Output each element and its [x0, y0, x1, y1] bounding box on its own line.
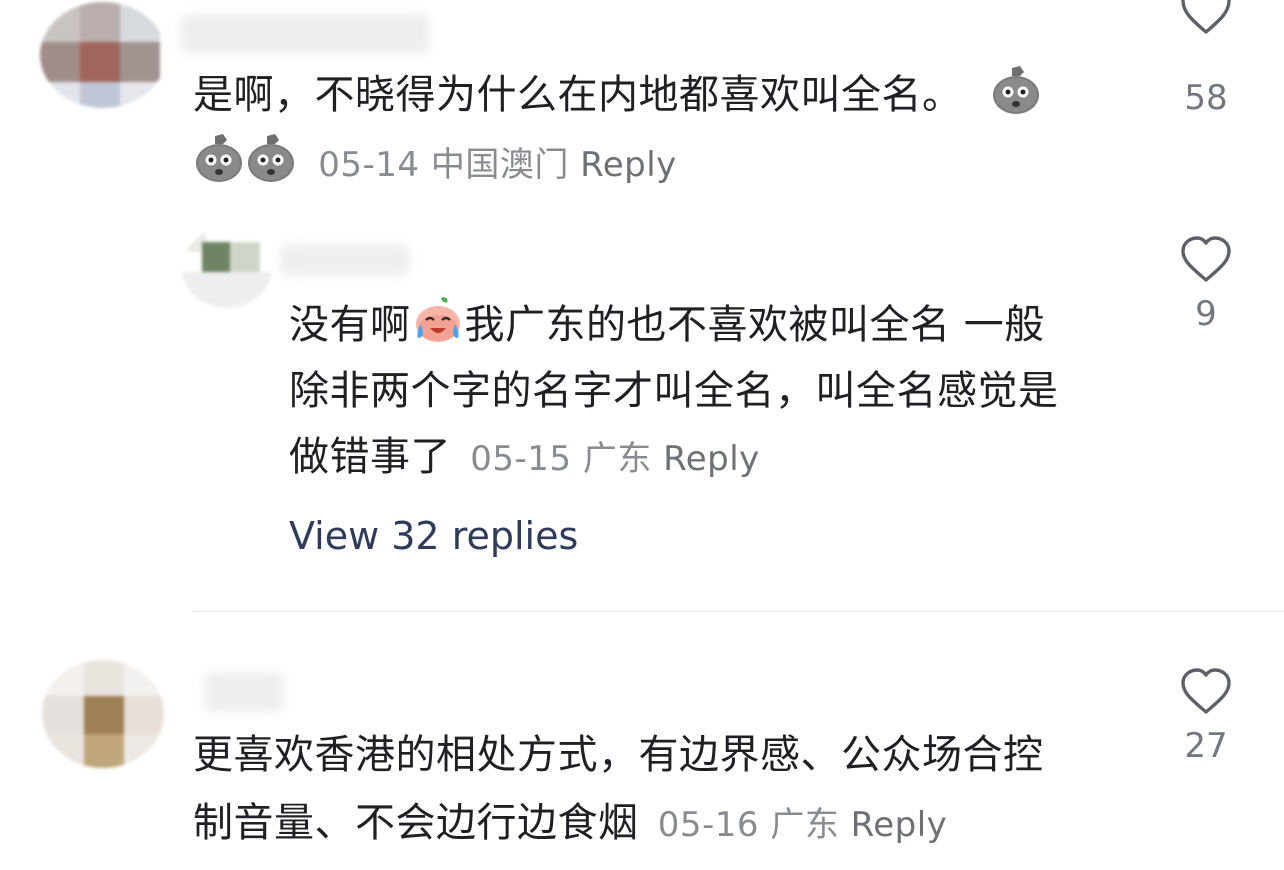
- comment-date: 05-16: [657, 805, 760, 845]
- comment-text-line-1: 更喜欢香港的相处方式，有边界感、公众场合控: [193, 732, 1044, 778]
- reply-button[interactable]: Reply: [851, 805, 948, 845]
- divider: [193, 611, 1284, 612]
- heart-outline-icon: [1181, 0, 1231, 34]
- username[interactable]: [180, 14, 430, 54]
- comment-meta: 05-14 中国澳门 Reply: [193, 130, 677, 204]
- like-count: 27: [1184, 726, 1228, 766]
- view-replies-button[interactable]: View 32 replies: [289, 514, 578, 558]
- like-count: 58: [1184, 78, 1228, 118]
- username[interactable]: [204, 672, 284, 712]
- like-button[interactable]: 9: [1166, 236, 1246, 334]
- avatar[interactable]: [182, 228, 272, 308]
- reply-button[interactable]: Reply: [580, 145, 677, 185]
- heart-outline-icon: [1181, 236, 1231, 282]
- potato-sack-face-emoji: [193, 130, 245, 204]
- comment-date: 05-14: [318, 145, 420, 185]
- like-count: 9: [1195, 294, 1217, 334]
- comment-location: 广东: [582, 439, 652, 479]
- comment-text: 是啊，不晓得为什么在内地都喜欢叫全名。: [193, 62, 1042, 136]
- heart-outline-icon: [1181, 668, 1231, 714]
- avatar[interactable]: [40, 2, 166, 108]
- comment-location: 中国澳门: [430, 145, 569, 185]
- comment-text-line-2: 制音量、不会边行边食烟 05-16 广东 Reply: [193, 800, 948, 846]
- reply-button[interactable]: Reply: [663, 439, 760, 479]
- comment-text-line-3: 做错事了 05-15 广东 Reply: [289, 434, 760, 480]
- like-button[interactable]: 58: [1166, 0, 1246, 118]
- crying-peach-emoji: [411, 294, 465, 366]
- avatar[interactable]: [42, 660, 164, 768]
- comment-body: 是啊，不晓得为什么在内地都喜欢叫全名。: [193, 72, 963, 118]
- comment-date: 05-15: [470, 439, 572, 479]
- username[interactable]: [280, 244, 410, 276]
- comment-text-line-2: 除非两个字的名字才叫全名，叫全名感觉是: [289, 368, 1059, 414]
- like-button[interactable]: 27: [1166, 668, 1246, 766]
- potato-sack-face-emoji: [245, 130, 297, 204]
- comment-text-line-1: 没有啊 我广东的也不喜欢被叫全名 一般: [289, 292, 1045, 366]
- potato-sack-face-emoji: [990, 62, 1042, 136]
- comment-location: 广东: [770, 805, 840, 845]
